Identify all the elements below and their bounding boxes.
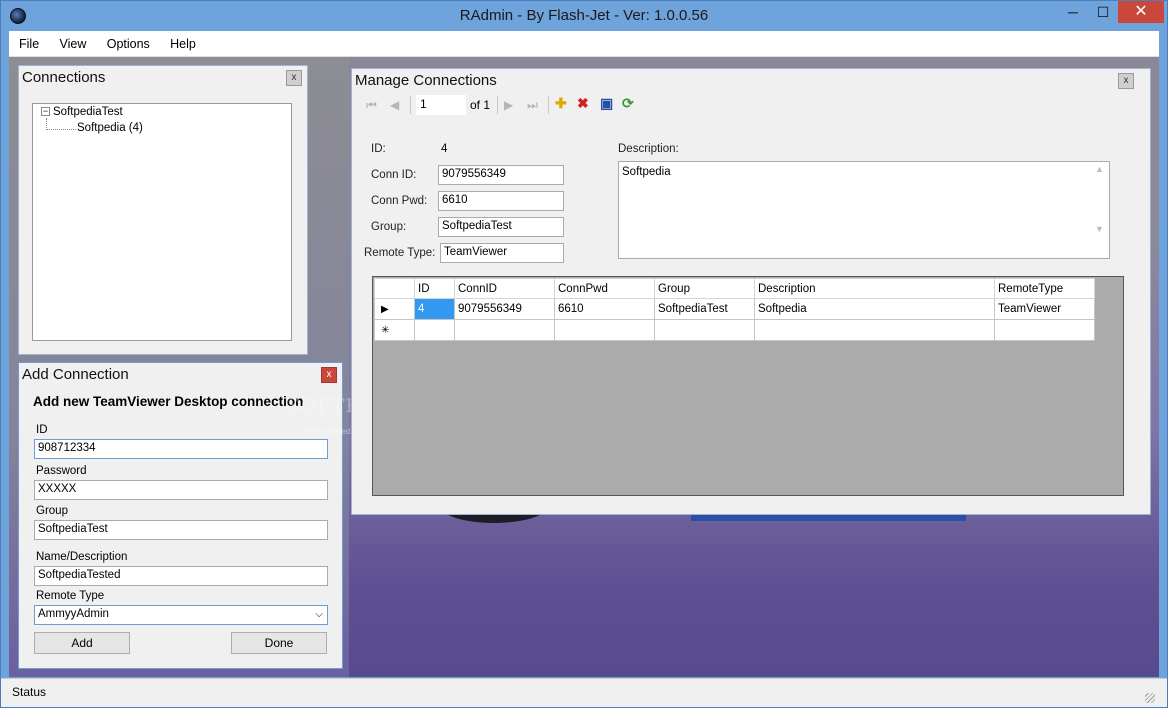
form-group-label: Group: (371, 221, 407, 233)
new-cell[interactable] (754, 319, 995, 341)
new-cell[interactable] (554, 319, 655, 341)
maximize-button[interactable]: ☐ (1088, 1, 1118, 23)
binding-navigator: ⏮ ◀ 1 of 1 ▶ ⏭ ✚ ✖ ▣ ⟳ (354, 94, 1136, 118)
add-button[interactable]: Add (34, 632, 130, 654)
group-label: Group (36, 505, 68, 517)
cell-connid[interactable]: 9079556349 (454, 298, 555, 320)
name-description-input[interactable]: SoftpediaTested (34, 566, 328, 586)
column-header-connid[interactable]: ConnID (454, 278, 555, 299)
cell-group[interactable]: SoftpediaTest (654, 298, 755, 320)
form-description-label: Description: (618, 143, 679, 155)
form-id-label: ID: (371, 143, 386, 155)
remote-type-value: AmmyyAdmin (38, 608, 109, 620)
mdi-workspace: Connections x − SoftpediaTest Softpedia (… (9, 57, 1159, 677)
save-icon[interactable]: ▣ (600, 95, 613, 112)
cell-id[interactable]: 4 (414, 298, 455, 320)
connections-tree[interactable]: − SoftpediaTest Softpedia (4) (32, 103, 292, 341)
column-header-remotetype[interactable]: RemoteType (994, 278, 1095, 299)
new-cell[interactable] (454, 319, 555, 341)
form-id-value: 4 (441, 143, 448, 155)
delete-icon[interactable]: ✖ (577, 95, 589, 112)
connections-data-grid[interactable]: ID ConnID ConnPwd Group Description Remo… (372, 276, 1124, 496)
page-number-input[interactable]: 1 (416, 95, 466, 115)
menu-help[interactable]: Help (163, 31, 203, 57)
window-title: RAdmin - By Flash-Jet - Ver: 1.0.0.56 (459, 7, 709, 24)
move-previous-icon[interactable]: ◀ (390, 98, 399, 112)
current-row-icon[interactable]: ▶ (374, 298, 415, 320)
menu-options[interactable]: Options (100, 31, 157, 57)
password-label: Password (36, 465, 87, 477)
tree-node-group[interactable]: − SoftpediaTest (41, 106, 123, 118)
app-window: RAdmin - By Flash-Jet - Ver: 1.0.0.56 ─ … (0, 0, 1168, 708)
new-cell[interactable] (994, 319, 1095, 341)
chevron-down-icon[interactable]: ⌵ (315, 609, 323, 620)
move-last-icon[interactable]: ⏭ (527, 98, 538, 113)
vertical-scrollbar[interactable]: ▲ ▼ (1095, 164, 1107, 256)
menu-view[interactable]: View (53, 31, 94, 57)
close-button[interactable]: ✕ (1118, 1, 1164, 23)
form-pwd-label: Conn Pwd: (371, 195, 428, 207)
column-header-description[interactable]: Description (754, 278, 995, 299)
column-header-id[interactable]: ID (414, 278, 455, 299)
add-new-icon[interactable]: ✚ (555, 95, 567, 112)
cell-connpwd[interactable]: 6610 (554, 298, 655, 320)
group-input[interactable]: SoftpediaTest (34, 520, 328, 540)
manage-connections-panel: Manage Connections x ⏮ ◀ 1 of 1 ▶ ⏭ ✚ ✖ … (351, 68, 1151, 515)
page-count-label: of 1 (470, 98, 491, 112)
manage-connections-close-button[interactable]: x (1118, 73, 1134, 89)
move-first-icon[interactable]: ⏮ (366, 98, 377, 113)
connections-panel: Connections x − SoftpediaTest Softpedia (… (18, 65, 308, 355)
form-remote-type-label: Remote Type: (364, 247, 436, 259)
new-cell[interactable] (654, 319, 755, 341)
remote-type-select[interactable]: AmmyyAdmin ⌵ (34, 605, 328, 625)
grid-header-row: ID ConnID ConnPwd Group Description Remo… (374, 278, 1095, 299)
id-input[interactable]: 908712334 (34, 439, 328, 459)
form-pwd-input[interactable]: 6610 (438, 191, 564, 211)
name-description-label: Name/Description (36, 551, 128, 563)
menu-file[interactable]: File (12, 31, 46, 57)
grid-corner-header[interactable] (374, 278, 415, 299)
form-description-textarea[interactable]: Softpedia ▲ ▼ (618, 161, 1110, 259)
collapse-icon[interactable]: − (41, 107, 50, 117)
connections-close-button[interactable]: x (286, 70, 302, 86)
column-header-group[interactable]: Group (654, 278, 755, 299)
manage-connections-title: Manage Connections (355, 72, 497, 89)
form-connid-input[interactable]: 9079556349 (438, 165, 564, 185)
add-connection-close-button[interactable]: x (321, 367, 337, 383)
form-group-input[interactable]: SoftpediaTest (438, 217, 564, 237)
refresh-icon[interactable]: ⟳ (622, 95, 634, 112)
new-row-icon[interactable]: ✳ (374, 319, 415, 341)
new-cell[interactable] (414, 319, 455, 341)
done-button[interactable]: Done (231, 632, 327, 654)
form-connid-label: Conn ID: (371, 169, 417, 181)
minimize-button[interactable]: ─ (1058, 1, 1088, 23)
connections-title: Connections (22, 69, 106, 86)
new-row[interactable]: ✳ (374, 319, 1095, 341)
password-input[interactable]: XXXXX (34, 480, 328, 500)
id-label: ID (36, 424, 48, 436)
move-next-icon[interactable]: ▶ (504, 98, 513, 112)
remote-type-label: Remote Type (36, 590, 105, 602)
cell-description[interactable]: Softpedia (754, 298, 995, 320)
resize-grip-icon[interactable] (1145, 693, 1155, 703)
status-bar: Status (1, 678, 1167, 707)
status-text: Status (12, 685, 47, 699)
form-remote-type-input[interactable]: TeamViewer (440, 243, 564, 263)
menu-bar: File View Options Help (9, 31, 1159, 57)
table-row[interactable]: ▶ 4 9079556349 6610 SoftpediaTest Softpe… (374, 298, 1095, 320)
cell-remotetype[interactable]: TeamViewer (994, 298, 1095, 320)
add-connection-title: Add Connection (19, 363, 342, 387)
column-header-connpwd[interactable]: ConnPwd (554, 278, 655, 299)
title-bar: RAdmin - By Flash-Jet - Ver: 1.0.0.56 ─ … (1, 1, 1167, 31)
add-connection-heading: Add new TeamViewer Desktop connection (33, 394, 304, 409)
tree-node-connection[interactable]: Softpedia (4) (77, 122, 143, 134)
